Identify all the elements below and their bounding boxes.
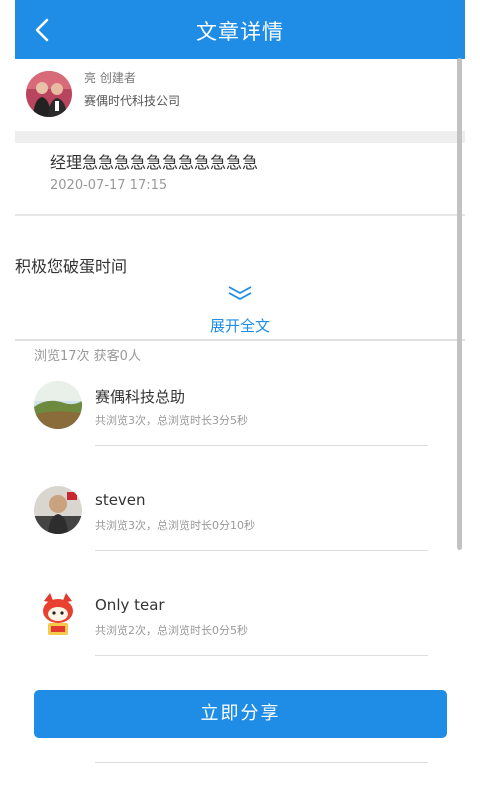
visitor-avatar (34, 381, 82, 429)
visitor-name: Only tear (95, 596, 165, 614)
author-company: 赛偶时代科技公司 (84, 94, 181, 108)
expand-full-text-link[interactable]: 展开全文 (15, 315, 465, 336)
double-chevron-down-icon[interactable] (227, 285, 253, 301)
app-frame: 文章详情 亮 创建者 赛偶时代科技公司 经理急急急急急急急急急急急 2020-0… (15, 0, 465, 800)
author-avatar[interactable] (26, 71, 72, 117)
visitor-avatar (34, 486, 82, 534)
visitor-detail: 共浏览2次，总浏览时长0分5秒 (95, 624, 248, 637)
divider (95, 762, 428, 763)
divider (95, 550, 428, 551)
article-date: 2020-07-17 17:15 (50, 178, 168, 193)
visitor-item[interactable]: Only tear 共浏览2次，总浏览时长0分5秒 (15, 588, 465, 688)
divider (95, 655, 428, 656)
divider (15, 339, 465, 341)
page-title: 文章详情 (196, 20, 284, 44)
top-bar: 文章详情 (15, 0, 465, 59)
scrollbar[interactable] (457, 58, 462, 550)
divider (95, 445, 428, 446)
visitor-detail: 共浏览3次，总浏览时长3分5秒 (95, 414, 248, 427)
visitor-item[interactable]: steven 共浏览3次，总浏览时长0分10秒 (15, 483, 465, 583)
author-name: 亮 创建者 (84, 71, 136, 85)
view-stats: 浏览17次 获客0人 (34, 349, 141, 364)
section-divider (15, 131, 465, 143)
author-card: 亮 创建者 赛偶时代科技公司 (15, 59, 465, 131)
share-button[interactable]: 立即分享 (34, 690, 447, 738)
visitor-avatar (34, 591, 82, 639)
article-body: 积极您破蛋时间 (15, 257, 128, 276)
article-title: 经理急急急急急急急急急急急 (50, 153, 259, 172)
visitor-item[interactable]: 赛偶科技总助 共浏览3次，总浏览时长3分5秒 (15, 378, 465, 478)
divider (15, 214, 465, 216)
visitor-name: steven (95, 491, 146, 509)
visitor-detail: 共浏览3次，总浏览时长0分10秒 (95, 519, 255, 532)
visitor-name: 赛偶科技总助 (95, 388, 186, 406)
